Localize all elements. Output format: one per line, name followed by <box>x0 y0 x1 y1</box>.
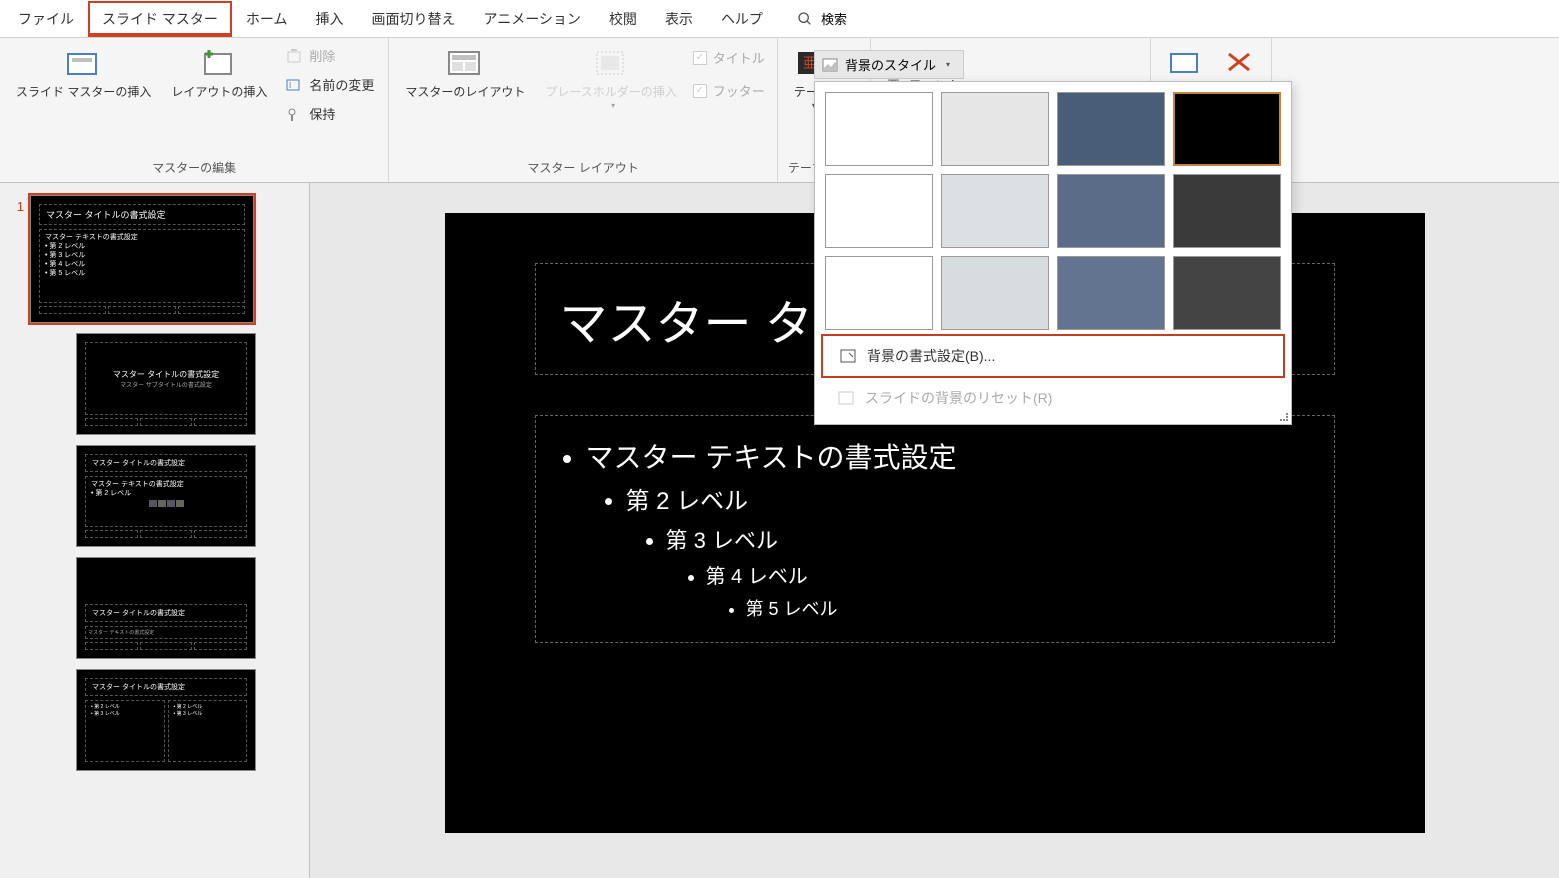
format-background-menu-item[interactable]: 背景の書式設定(B)... <box>821 334 1285 378</box>
svg-text:I: I <box>289 81 291 90</box>
layout-thumbnail[interactable]: マスター タイトルの書式設定 マスター テキストの書式設定 <box>76 557 256 659</box>
ribbon-group-master-edit: スライド マスターの挿入 レイアウトの挿入 削除 I 名前の変更 保持 <box>0 38 389 182</box>
menu-slide-master[interactable]: スライド マスター <box>88 1 232 37</box>
search-box[interactable]: 検索 <box>797 9 847 28</box>
reset-background-menu-item: スライドの背景のリセット(R) <box>821 378 1285 418</box>
bg-swatch-grid <box>821 88 1285 334</box>
background-styles-dropdown: 背景の書式設定(B)... スライドの背景のリセット(R) <box>814 81 1292 425</box>
bg-swatch[interactable] <box>1173 174 1281 248</box>
placeholder-insert-button: プレースホルダーの挿入 ▾ <box>539 44 682 114</box>
master-layout-button[interactable]: マスターのレイアウト <box>399 44 531 105</box>
menu-file[interactable]: ファイル <box>4 1 88 37</box>
insert-slide-master-button[interactable]: スライド マスターの挿入 <box>10 44 157 105</box>
chevron-down-icon: ▾ <box>611 101 615 110</box>
slide-master-icon <box>66 48 102 80</box>
menu-animation[interactable]: アニメーション <box>469 1 594 37</box>
ribbon: スライド マスターの挿入 レイアウトの挿入 削除 I 名前の変更 保持 <box>0 38 1559 183</box>
menubar: ファイル スライド マスター ホーム 挿入 画面切り替え アニメーション 校閲 … <box>0 0 1559 38</box>
background-styles-button[interactable]: 背景のスタイル ▾ <box>814 50 964 79</box>
bg-swatch[interactable] <box>941 174 1049 248</box>
format-bg-icon <box>839 347 857 365</box>
bg-swatch[interactable] <box>1057 174 1165 248</box>
checkbox-icon <box>693 84 707 98</box>
ribbon-group-master-layout: マスターのレイアウト プレースホルダーの挿入 ▾ タイトル フッター マスター … <box>389 38 777 182</box>
thumb-number: 1 <box>8 195 30 214</box>
resize-handle[interactable] <box>1279 412 1289 422</box>
thumbnail-panel[interactable]: 1 マスター タイトルの書式設定 マスター テキストの書式設定 • 第 2 レベ… <box>0 183 310 878</box>
layout-thumbnail[interactable]: マスター タイトルの書式設定 マスター テキストの書式設定 • 第 2 レベル <box>76 445 256 547</box>
bg-style-icon <box>821 56 839 74</box>
rename-icon: I <box>285 76 303 94</box>
bg-swatch[interactable] <box>1057 256 1165 330</box>
placeholder-icon <box>593 48 629 80</box>
delete-button: 削除 <box>281 44 378 67</box>
chevron-down-icon: ▾ <box>946 60 950 69</box>
insert-layout-button[interactable]: レイアウトの挿入 <box>165 44 273 105</box>
menu-insert[interactable]: 挿入 <box>301 1 357 37</box>
menu-view[interactable]: 表示 <box>651 1 707 37</box>
slide-size-icon <box>1167 48 1203 80</box>
menu-transitions[interactable]: 画面切り替え <box>357 1 469 37</box>
main-area: 1 マスター タイトルの書式設定 マスター テキストの書式設定 • 第 2 レベ… <box>0 183 1559 878</box>
layout-insert-icon <box>201 48 237 80</box>
master-layout-icon <box>447 48 483 80</box>
body-placeholder[interactable]: マスター テキストの書式設定 第 2 レベル 第 3 レベル 第 4 レベル 第… <box>535 415 1335 643</box>
group-label-layout: マスター レイアウト <box>399 155 766 180</box>
master-thumbnail[interactable]: マスター タイトルの書式設定 マスター テキストの書式設定 • 第 2 レベル … <box>30 195 254 323</box>
checkbox-icon <box>693 51 707 65</box>
bg-swatch[interactable] <box>941 92 1049 166</box>
close-icon <box>1223 48 1255 76</box>
layout-thumbnail[interactable]: マスター タイトルの書式設定 マスター サブタイトルの書式設定 <box>76 333 256 435</box>
preserve-button[interactable]: 保持 <box>281 102 378 125</box>
bg-swatch[interactable] <box>1057 92 1165 166</box>
layout-thumbnail[interactable]: マスター タイトルの書式設定 • 第 2 レベル • 第 3 レベル • 第 2… <box>76 669 256 771</box>
preserve-icon <box>285 105 303 123</box>
close-master-button[interactable] <box>1217 44 1261 80</box>
search-label: 検索 <box>821 9 847 28</box>
footer-checkbox: フッター <box>691 77 767 104</box>
rename-button[interactable]: I 名前の変更 <box>281 73 378 96</box>
bg-swatch[interactable] <box>825 256 933 330</box>
bg-swatch[interactable] <box>941 256 1049 330</box>
bg-swatch[interactable] <box>825 174 933 248</box>
menu-help[interactable]: ヘルプ <box>707 1 777 37</box>
search-icon <box>797 11 813 27</box>
reset-bg-icon <box>837 389 855 407</box>
group-label-edit: マスターの編集 <box>10 155 378 180</box>
bg-swatch[interactable] <box>1173 256 1281 330</box>
menu-home[interactable]: ホーム <box>232 1 302 37</box>
bg-swatch[interactable] <box>825 92 933 166</box>
bg-swatch-selected[interactable] <box>1173 92 1281 166</box>
title-checkbox: タイトル <box>691 44 767 71</box>
delete-icon <box>285 47 303 65</box>
menu-review[interactable]: 校閲 <box>595 1 651 37</box>
